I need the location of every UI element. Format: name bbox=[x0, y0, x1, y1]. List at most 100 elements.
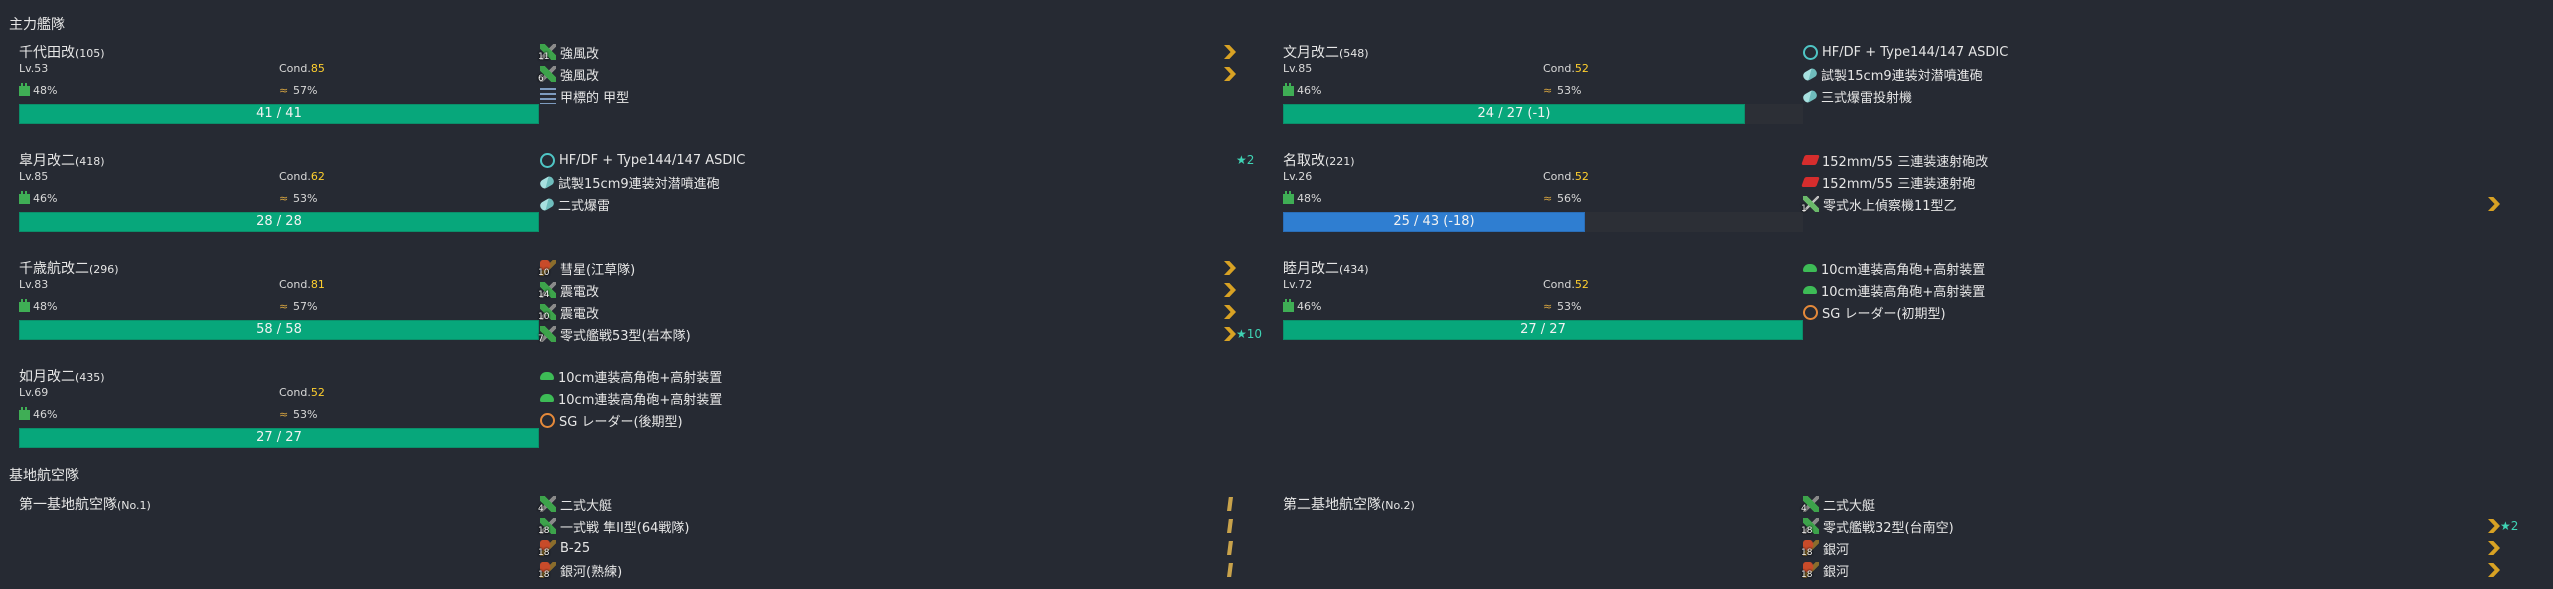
equipment-slot[interactable]: 152mm/55 三連装速射砲改 bbox=[1801, 150, 1988, 170]
cond-value: 52 bbox=[1574, 170, 1589, 183]
fuel-value: 48% bbox=[1297, 192, 1322, 205]
slot-count: 18 bbox=[538, 526, 550, 536]
ammo-value: 53% bbox=[1557, 84, 1582, 97]
hp-text: 25 / 43 (-18) bbox=[1393, 214, 1475, 229]
equipment-slot[interactable]: 14 震電改 bbox=[538, 280, 599, 300]
slot-count: 11 bbox=[538, 52, 550, 62]
ship-condition: Cond.52 bbox=[279, 386, 325, 399]
cond-value: 85 bbox=[310, 62, 325, 75]
ammo-icon: ≈ bbox=[279, 192, 289, 205]
ship-name-text: 文月改二 bbox=[1283, 45, 1339, 61]
ship-id: (434) bbox=[1339, 263, 1369, 276]
ammo-value: 53% bbox=[293, 192, 318, 205]
equipment-slot[interactable]: SG レーダー(初期型) bbox=[1803, 302, 1946, 322]
fuel-status: 46% bbox=[1283, 82, 1321, 97]
equipment-slot[interactable]: SG レーダー(後期型) bbox=[540, 410, 683, 430]
equipment-slot[interactable]: 三式爆雷投射機 bbox=[1801, 86, 1912, 106]
ship-name[interactable]: 如月改二(435) bbox=[19, 366, 105, 386]
equipment-name: 二式大艇 bbox=[560, 498, 613, 514]
ship-condition: Cond.52 bbox=[1543, 278, 1589, 291]
ship-name[interactable]: 千歳航改二(296) bbox=[19, 258, 119, 278]
ship-name-text: 皐月改二 bbox=[19, 153, 75, 169]
ship-name[interactable]: 睦月改二(434) bbox=[1283, 258, 1369, 278]
ammo-value: 53% bbox=[1557, 300, 1582, 313]
equipment-slot[interactable]: 10 彗星(江草隊) bbox=[538, 258, 635, 278]
equipment-name: 零式艦戦53型(岩本隊) bbox=[560, 328, 691, 344]
ammo-icon: ≈ bbox=[279, 84, 289, 97]
ship-name[interactable]: 文月改二(548) bbox=[1283, 42, 1369, 62]
equipment-slot[interactable]: 試製15cm9連装対潜噴進砲 bbox=[1801, 64, 1983, 84]
fuel-icon bbox=[1283, 298, 1294, 312]
seaplane-fighter-icon: 6 bbox=[538, 66, 556, 84]
fuel-icon bbox=[19, 82, 30, 96]
equipment-slot[interactable]: 1 零式水上偵察機11型乙 bbox=[1801, 194, 1957, 214]
hp-text: 24 / 27 (-1) bbox=[1477, 106, 1551, 121]
cond-value: 52 bbox=[1574, 278, 1589, 291]
ship-id: (221) bbox=[1325, 155, 1355, 168]
proficiency-chevron-icon bbox=[1224, 305, 1236, 319]
main-fleet-title: 主力艦隊 bbox=[9, 17, 65, 33]
cond-value: 52 bbox=[1574, 62, 1589, 75]
slot-count: 4 bbox=[1801, 504, 1807, 514]
ship-name-text: 千代田改 bbox=[19, 45, 75, 61]
equipment-slot[interactable]: 18 銀河(熟練) bbox=[538, 560, 622, 580]
hp-bar: 41 / 41 bbox=[19, 104, 539, 124]
equipment-slot[interactable]: 7 零式艦戦53型(岩本隊) bbox=[538, 324, 691, 344]
slot-count: 14 bbox=[538, 290, 550, 300]
proficiency-bar-icon bbox=[1227, 541, 1233, 555]
hp-bar: 24 / 27 (-1) bbox=[1283, 104, 1745, 124]
equipment-slot[interactable]: 二式爆雷 bbox=[538, 194, 610, 214]
equipment-slot[interactable]: 4 二式大艇 bbox=[538, 494, 613, 514]
equipment-slot[interactable]: 18 一式戦 隼II型(64戦隊) bbox=[538, 516, 690, 536]
ship-name[interactable]: 名取改(221) bbox=[1283, 150, 1355, 170]
ship-name[interactable]: 皐月改二(418) bbox=[19, 150, 105, 170]
equipment-slot[interactable]: 18 B-25 bbox=[538, 538, 590, 558]
slot-count: 18 bbox=[1801, 526, 1813, 536]
equipment-name: 152mm/55 三連装速射砲 bbox=[1822, 176, 1976, 192]
equipment-slot[interactable]: 甲標的 甲型 bbox=[540, 86, 629, 106]
depth-charge-icon bbox=[538, 174, 556, 190]
ship-card: 名取改(221) Lv.26 Cond.52 48% ≈56% 25 / 43 (-18) bbox=[1283, 150, 1803, 250]
equipment-slot[interactable]: 10cm連装高角砲+高射装置 bbox=[540, 366, 722, 386]
air-base-card: 第一基地航空隊(No.1) bbox=[19, 494, 539, 518]
equipment-name: 10cm連装高角砲+高射装置 bbox=[558, 370, 723, 386]
equipment-slot[interactable]: 10cm連装高角砲+高射装置 bbox=[1803, 258, 1985, 278]
equipment-slot[interactable]: 6 強風改 bbox=[538, 64, 599, 84]
aa-gun-icon bbox=[1803, 264, 1817, 272]
equipment-slot[interactable]: HF/DF + Type144/147 ASDIC bbox=[540, 150, 745, 170]
equipment-slot[interactable]: 10 震電改 bbox=[538, 302, 600, 322]
ship-condition: Cond.81 bbox=[279, 278, 325, 291]
ship-name-text: 如月改二 bbox=[19, 369, 75, 385]
equipment-name: 強風改 bbox=[560, 46, 600, 62]
ship-level: Lv.26 bbox=[1283, 170, 1313, 183]
slot-count: 6 bbox=[538, 74, 544, 84]
ship-name[interactable]: 千代田改(105) bbox=[19, 42, 105, 62]
equipment-name: 試製15cm9連装対潜噴進砲 bbox=[1821, 68, 1983, 84]
equipment-slot[interactable]: HF/DF + Type144/147 ASDIC bbox=[1803, 42, 2008, 62]
fuel-icon bbox=[19, 406, 30, 420]
fighter-icon: 14 bbox=[538, 282, 556, 300]
ship-id: (548) bbox=[1339, 47, 1369, 60]
equipment-slot[interactable]: 11 強風改 bbox=[538, 42, 600, 62]
cond-label: Cond. bbox=[1543, 170, 1575, 183]
ship-card: 皐月改二(418) Lv.85 Cond.62 46% ≈53% 28 / 28 bbox=[19, 150, 539, 250]
equipment-slot[interactable]: 4 二式大艇 bbox=[1801, 494, 1875, 514]
equipment-slot[interactable]: 152mm/55 三連装速射砲 bbox=[1801, 172, 1976, 192]
air-base-name[interactable]: 第一基地航空隊(No.1) bbox=[19, 494, 151, 514]
equipment-slot[interactable]: 試製15cm9連装対潜噴進砲 bbox=[538, 172, 720, 192]
air-base-name[interactable]: 第二基地航空隊(No.2) bbox=[1283, 494, 1415, 514]
proficiency-chevron-icon bbox=[1224, 45, 1236, 59]
equipment-slot[interactable]: 18 銀河 bbox=[1801, 538, 1849, 558]
equipment-slot[interactable]: 10cm連装高角砲+高射装置 bbox=[1803, 280, 1985, 300]
proficiency-chevron-icon bbox=[1224, 67, 1236, 81]
ammo-status: ≈57% bbox=[279, 84, 317, 97]
cond-label: Cond. bbox=[279, 62, 311, 75]
equipment-slot[interactable]: 18 銀河 bbox=[1801, 560, 1849, 580]
ammo-icon: ≈ bbox=[279, 408, 289, 421]
slot-count: 1 bbox=[1801, 204, 1807, 214]
equipment-name: 震電改 bbox=[560, 306, 600, 322]
equipment-slot[interactable]: 10cm連装高角砲+高射装置 bbox=[540, 388, 722, 408]
equipment-slot[interactable]: 18 零式艦戦32型(台南空) bbox=[1801, 516, 1954, 536]
hp-text: 27 / 27 bbox=[1520, 322, 1566, 337]
equipment-name: 10cm連装高角砲+高射装置 bbox=[558, 392, 723, 408]
